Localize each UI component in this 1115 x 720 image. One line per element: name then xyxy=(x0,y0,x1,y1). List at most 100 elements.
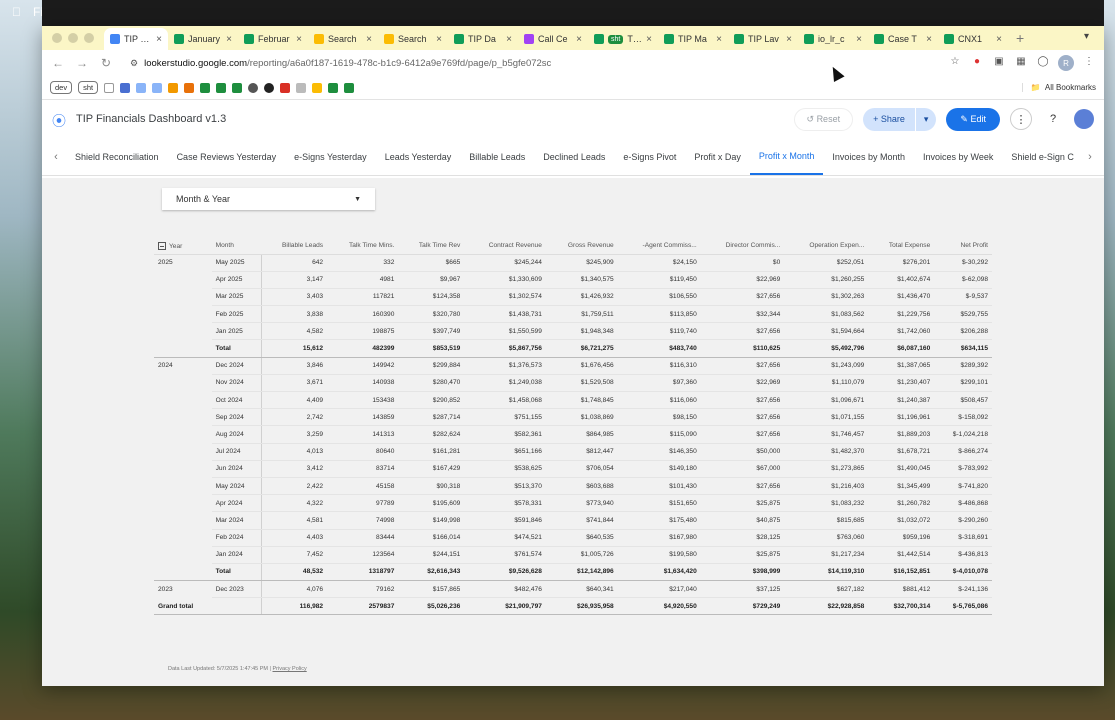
bookmark-icon[interactable] xyxy=(248,82,259,93)
close-tab-icon[interactable]: × xyxy=(366,34,372,45)
reset-button[interactable]: ↺ Reset xyxy=(793,107,854,131)
address-bar[interactable]: ⚙ lookerstudio.google.com/reporting/a6a0… xyxy=(122,53,940,73)
extensions-puzzle-icon[interactable]: ▦ xyxy=(1014,56,1028,70)
bookmark-icon[interactable] xyxy=(200,82,211,93)
close-tab-icon[interactable]: × xyxy=(856,34,862,45)
browser-tab[interactable]: shtTIP P& × xyxy=(588,28,658,50)
browser-tab[interactable]: TIP Ma × xyxy=(658,28,728,50)
page-tab[interactable]: e-Signs Pivot xyxy=(614,138,685,175)
forward-icon[interactable]: → xyxy=(74,56,90,70)
new-tab-button[interactable]: + xyxy=(1008,30,1032,50)
page-tab[interactable]: Profit x Day xyxy=(685,138,750,175)
share-dropdown-icon[interactable]: ▾ xyxy=(914,107,937,131)
column-header[interactable]: Month xyxy=(211,238,262,255)
tab-search-icon[interactable]: ▾ xyxy=(1084,31,1098,45)
chevron-left-icon[interactable]: ‹ xyxy=(46,138,66,175)
column-header[interactable]: Talk Time Mins. xyxy=(327,238,399,255)
column-header[interactable]: Talk Time Rev xyxy=(398,238,465,255)
column-header[interactable]: Year xyxy=(154,238,212,255)
page-tab[interactable]: Shield Reconciliation xyxy=(66,138,168,175)
browser-tab[interactable]: TIP Da × xyxy=(448,28,518,50)
browser-tab[interactable]: Search × xyxy=(308,28,378,50)
bookmark-icon[interactable] xyxy=(136,82,147,93)
page-tab[interactable]: Declined Leads xyxy=(534,138,614,175)
page-tab[interactable]: Invoices by Month xyxy=(823,138,914,175)
close-tab-icon[interactable]: × xyxy=(576,34,582,45)
close-tab-icon[interactable]: × xyxy=(436,34,442,45)
privacy-policy-link[interactable]: Privacy Policy xyxy=(273,666,307,672)
bookmark-icon[interactable] xyxy=(344,82,355,93)
minimize-window-button[interactable] xyxy=(68,33,78,43)
bookmark-icon[interactable] xyxy=(312,82,323,93)
column-header[interactable]: -Agent Commiss... xyxy=(617,238,701,255)
page-tab[interactable]: Profit x Month xyxy=(749,138,824,175)
bookmark-sht[interactable]: sht xyxy=(78,81,99,94)
edit-button[interactable]: ✎ Edit xyxy=(946,107,1000,131)
browser-tab[interactable]: Februar × xyxy=(238,28,308,50)
browser-tab[interactable]: January × xyxy=(168,28,238,50)
page-tab[interactable]: Billable Leads xyxy=(460,138,534,175)
bookmark-star-icon[interactable]: ☆ xyxy=(948,56,962,70)
share-button[interactable]: + Share ▾ xyxy=(863,107,937,131)
bookmark-icon[interactable] xyxy=(328,82,339,93)
maximize-window-button[interactable] xyxy=(84,33,94,43)
browser-tab[interactable]: Search × xyxy=(378,28,448,50)
close-tab-icon[interactable]: × xyxy=(786,34,792,45)
help-icon[interactable]: ? xyxy=(1042,108,1064,130)
month-year-filter[interactable]: Month & Year ▼ xyxy=(162,188,375,210)
column-header[interactable]: Net Profit xyxy=(934,238,992,255)
chevron-right-icon[interactable]: › xyxy=(1080,138,1100,175)
looker-studio-logo-icon[interactable]: ⦿ xyxy=(52,111,66,129)
bookmark-icon[interactable] xyxy=(216,82,227,93)
browser-tab[interactable]: io_lr_c × xyxy=(798,28,868,50)
close-tab-icon[interactable]: × xyxy=(156,34,162,45)
tab-group-badge[interactable]: sht xyxy=(608,34,624,44)
apple-icon[interactable]:  xyxy=(12,5,21,19)
page-tab[interactable]: Invoices by Week xyxy=(914,138,1002,175)
browser-menu-icon[interactable]: ⋮ xyxy=(1082,56,1096,70)
column-header[interactable]: Operation Expen... xyxy=(784,238,869,255)
more-options-icon[interactable]: ⋮ xyxy=(1010,108,1032,130)
page-tab[interactable]: e-Signs Yesterday xyxy=(285,138,376,175)
collapse-toggle-icon[interactable] xyxy=(158,241,166,250)
page-tab[interactable]: Case Reviews Yesterday xyxy=(168,138,286,175)
browser-tab[interactable]: Call Ce × xyxy=(518,28,588,50)
bookmark-icon[interactable] xyxy=(184,82,195,93)
bookmark-dev[interactable]: dev xyxy=(50,81,73,94)
browser-tab[interactable]: Case T × xyxy=(868,28,938,50)
github-icon[interactable] xyxy=(264,82,275,93)
tab-groups-icon[interactable]: ◯ xyxy=(1036,56,1050,70)
close-tab-icon[interactable]: × xyxy=(226,34,232,45)
bookmark-icon[interactable] xyxy=(296,82,307,93)
bookmark-icon[interactable] xyxy=(152,82,163,93)
bookmark-icon[interactable] xyxy=(168,82,179,93)
close-tab-icon[interactable]: × xyxy=(716,34,722,45)
column-header[interactable]: Director Commis... xyxy=(700,238,785,255)
profile-icon[interactable]: R xyxy=(1058,55,1074,71)
browser-tab[interactable]: CNX1 × xyxy=(938,28,1008,50)
site-info-icon[interactable]: ⚙ xyxy=(130,58,138,69)
extension-icon[interactable]: ▣ xyxy=(992,56,1006,70)
close-tab-icon[interactable]: × xyxy=(506,34,512,45)
close-window-button[interactable] xyxy=(52,33,62,43)
extension-icon[interactable]: ● xyxy=(970,56,984,70)
back-icon[interactable]: ← xyxy=(50,56,66,70)
column-header[interactable]: Total Expense xyxy=(868,238,935,255)
column-header[interactable]: Billable Leads xyxy=(261,238,328,255)
bookmark-icon[interactable] xyxy=(120,82,131,93)
browser-tab[interactable]: TIP Lav × xyxy=(728,28,798,50)
all-bookmarks[interactable]: 📁 All Bookmarks xyxy=(1021,83,1096,92)
close-tab-icon[interactable]: × xyxy=(926,34,932,45)
column-header[interactable]: Gross Revenue xyxy=(545,238,618,255)
bookmark-icon[interactable] xyxy=(232,82,243,93)
column-header[interactable]: Contract Revenue xyxy=(464,238,546,255)
apps-grid-icon[interactable] xyxy=(104,82,115,93)
bookmark-icon[interactable] xyxy=(280,82,291,93)
close-tab-icon[interactable]: × xyxy=(996,34,1002,45)
avatar[interactable] xyxy=(1074,109,1094,129)
close-tab-icon[interactable]: × xyxy=(646,34,652,45)
reload-icon[interactable]: ↻ xyxy=(98,56,114,70)
browser-tab[interactable]: TIP Fina × xyxy=(104,28,168,50)
close-tab-icon[interactable]: × xyxy=(296,34,302,45)
page-tab[interactable]: Shield e-Sign C xyxy=(1002,138,1080,175)
